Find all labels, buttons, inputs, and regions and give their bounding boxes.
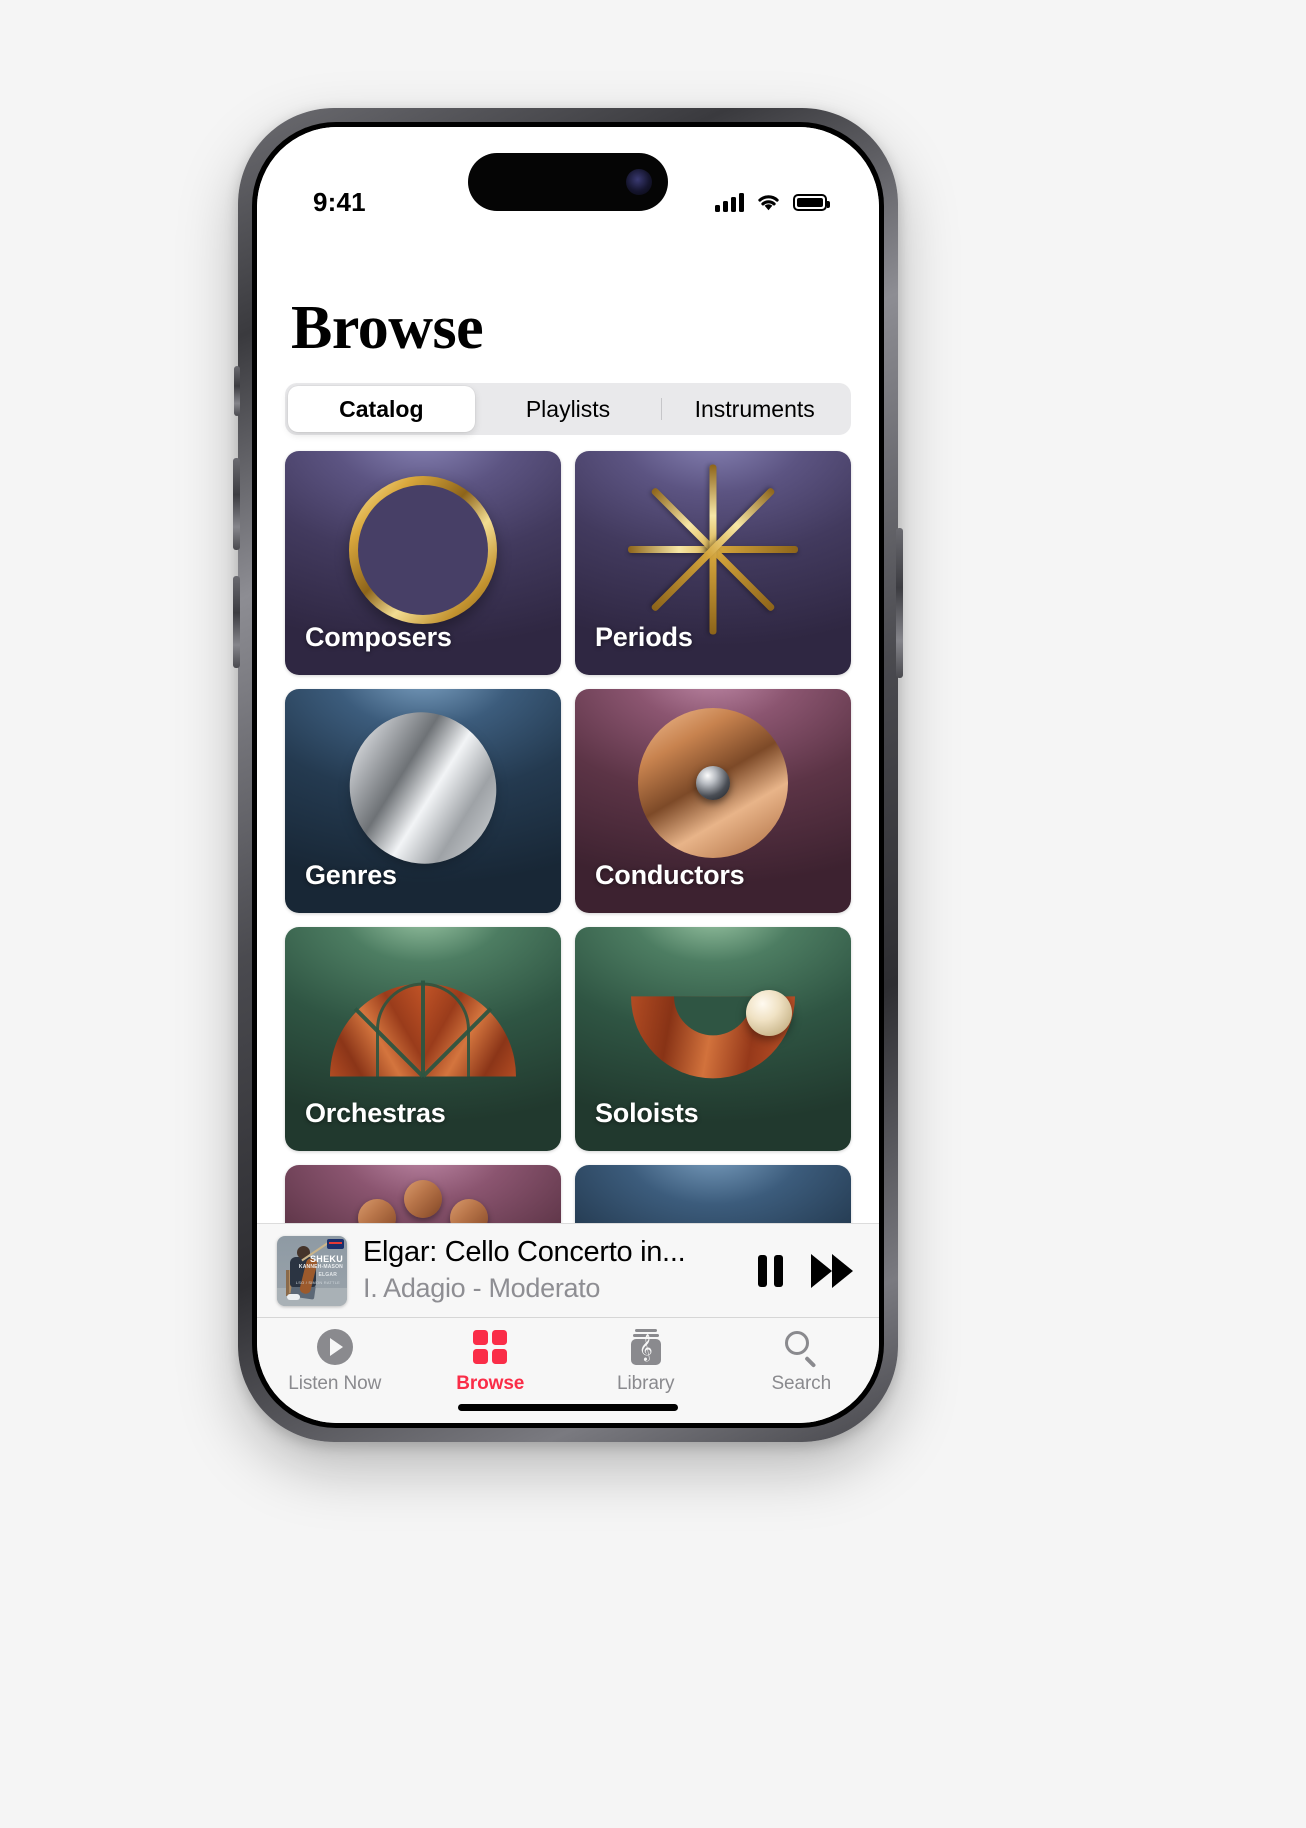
cream-sphere-icon: [746, 989, 793, 1036]
album-art-artist-last: KANNEH-MASON: [298, 1263, 343, 1270]
search-icon: [784, 1328, 818, 1368]
segment-instruments[interactable]: Instruments: [661, 386, 848, 432]
fast-forward-icon[interactable]: [811, 1253, 853, 1288]
phone-device-frame: 9:41 Browse Catalog Playlists Instrument…: [233, 108, 903, 1442]
tile-orchestras[interactable]: Orchestras: [285, 927, 561, 1151]
metal-orb-icon: [696, 766, 730, 801]
tab-label-library: Library: [617, 1373, 675, 1394]
wood-disc-ring-icon: [339, 1179, 507, 1223]
status-bar-indicators: [715, 192, 830, 212]
tile-genres[interactable]: Genres: [285, 689, 561, 913]
record-label-badge: [327, 1238, 344, 1249]
tile-label-periods: Periods: [595, 622, 693, 652]
dynamic-island[interactable]: [468, 153, 668, 211]
album-art-composer: ELGAR: [318, 1271, 337, 1278]
album-art-artist-first: SHEKU: [309, 1253, 343, 1264]
volume-down-button[interactable]: [233, 576, 240, 668]
tile-conductors[interactable]: Conductors: [575, 689, 851, 913]
silver-ring-icon: [330, 692, 516, 883]
tile-choirs[interactable]: Choirs: [575, 1165, 851, 1223]
status-bar: 9:41: [257, 127, 879, 243]
ensembles-artwork: [285, 1165, 561, 1223]
segment-playlists[interactable]: Playlists: [475, 386, 662, 432]
segment-catalog[interactable]: Catalog: [288, 386, 475, 432]
now-playing-title: Elgar: Cello Concerto in...: [363, 1236, 686, 1269]
category-tile-grid: Composers Periods Genres Conductors Orch…: [257, 435, 879, 1223]
home-indicator[interactable]: [458, 1404, 678, 1411]
tile-periods[interactable]: Periods: [575, 451, 851, 675]
gold-starburst-icon: [628, 464, 798, 635]
tab-listen-now[interactable]: Listen Now: [257, 1328, 413, 1423]
silent-switch-button[interactable]: [234, 366, 240, 416]
front-camera-icon: [626, 169, 652, 195]
volume-up-button[interactable]: [233, 458, 240, 550]
battery-icon: [793, 193, 830, 211]
wood-fan-icon: [330, 980, 516, 1078]
pause-icon[interactable]: [758, 1254, 783, 1287]
play-circle-icon: [316, 1328, 353, 1366]
tile-label-soloists: Soloists: [595, 1098, 699, 1128]
tile-label-composers: Composers: [305, 622, 452, 652]
tile-label-conductors: Conductors: [595, 860, 745, 890]
cellular-signal-icon: [715, 192, 744, 212]
grid-squares-icon: [473, 1328, 508, 1366]
choirs-artwork: [575, 1165, 851, 1223]
tile-composers[interactable]: Composers: [285, 451, 561, 675]
tab-label-browse: Browse: [456, 1373, 525, 1394]
album-art-orchestra: LSO / SIMON RATTLE: [295, 1279, 340, 1285]
page-title: Browse: [291, 294, 484, 362]
tab-label-listen-now: Listen Now: [288, 1373, 382, 1394]
wifi-icon: [758, 195, 779, 211]
now-playing-subtitle: I. Adagio - Moderato: [363, 1273, 601, 1304]
library-jar-icon: 𝄞: [630, 1328, 662, 1366]
tile-label-orchestras: Orchestras: [305, 1098, 446, 1128]
tab-search[interactable]: Search: [724, 1328, 880, 1423]
battery-fill-level: [797, 197, 823, 207]
tile-ensembles[interactable]: Ensembles: [285, 1165, 561, 1223]
now-playing-bar[interactable]: SHEKU KANNEH-MASON ELGAR LSO / SIMON RAT…: [257, 1223, 879, 1317]
now-playing-text: Elgar: Cello Concerto in... I. Adagio - …: [363, 1235, 742, 1306]
segmented-control[interactable]: Catalog Playlists Instruments: [285, 383, 851, 435]
scroll-content: Browse Catalog Playlists Instruments Com…: [257, 243, 879, 1223]
tile-soloists[interactable]: Soloists: [575, 927, 851, 1151]
phone-screen: 9:41 Browse Catalog Playlists Instrument…: [257, 127, 879, 1423]
power-button[interactable]: [896, 528, 903, 678]
status-bar-time: 9:41: [313, 186, 366, 217]
tile-label-genres: Genres: [305, 860, 397, 890]
phone-bezel: 9:41 Browse Catalog Playlists Instrument…: [252, 122, 884, 1428]
tab-label-search: Search: [771, 1373, 832, 1394]
album-artwork[interactable]: SHEKU KANNEH-MASON ELGAR LSO / SIMON RAT…: [277, 1235, 347, 1306]
gold-ring-icon: [349, 476, 497, 624]
playback-controls: [758, 1253, 853, 1288]
